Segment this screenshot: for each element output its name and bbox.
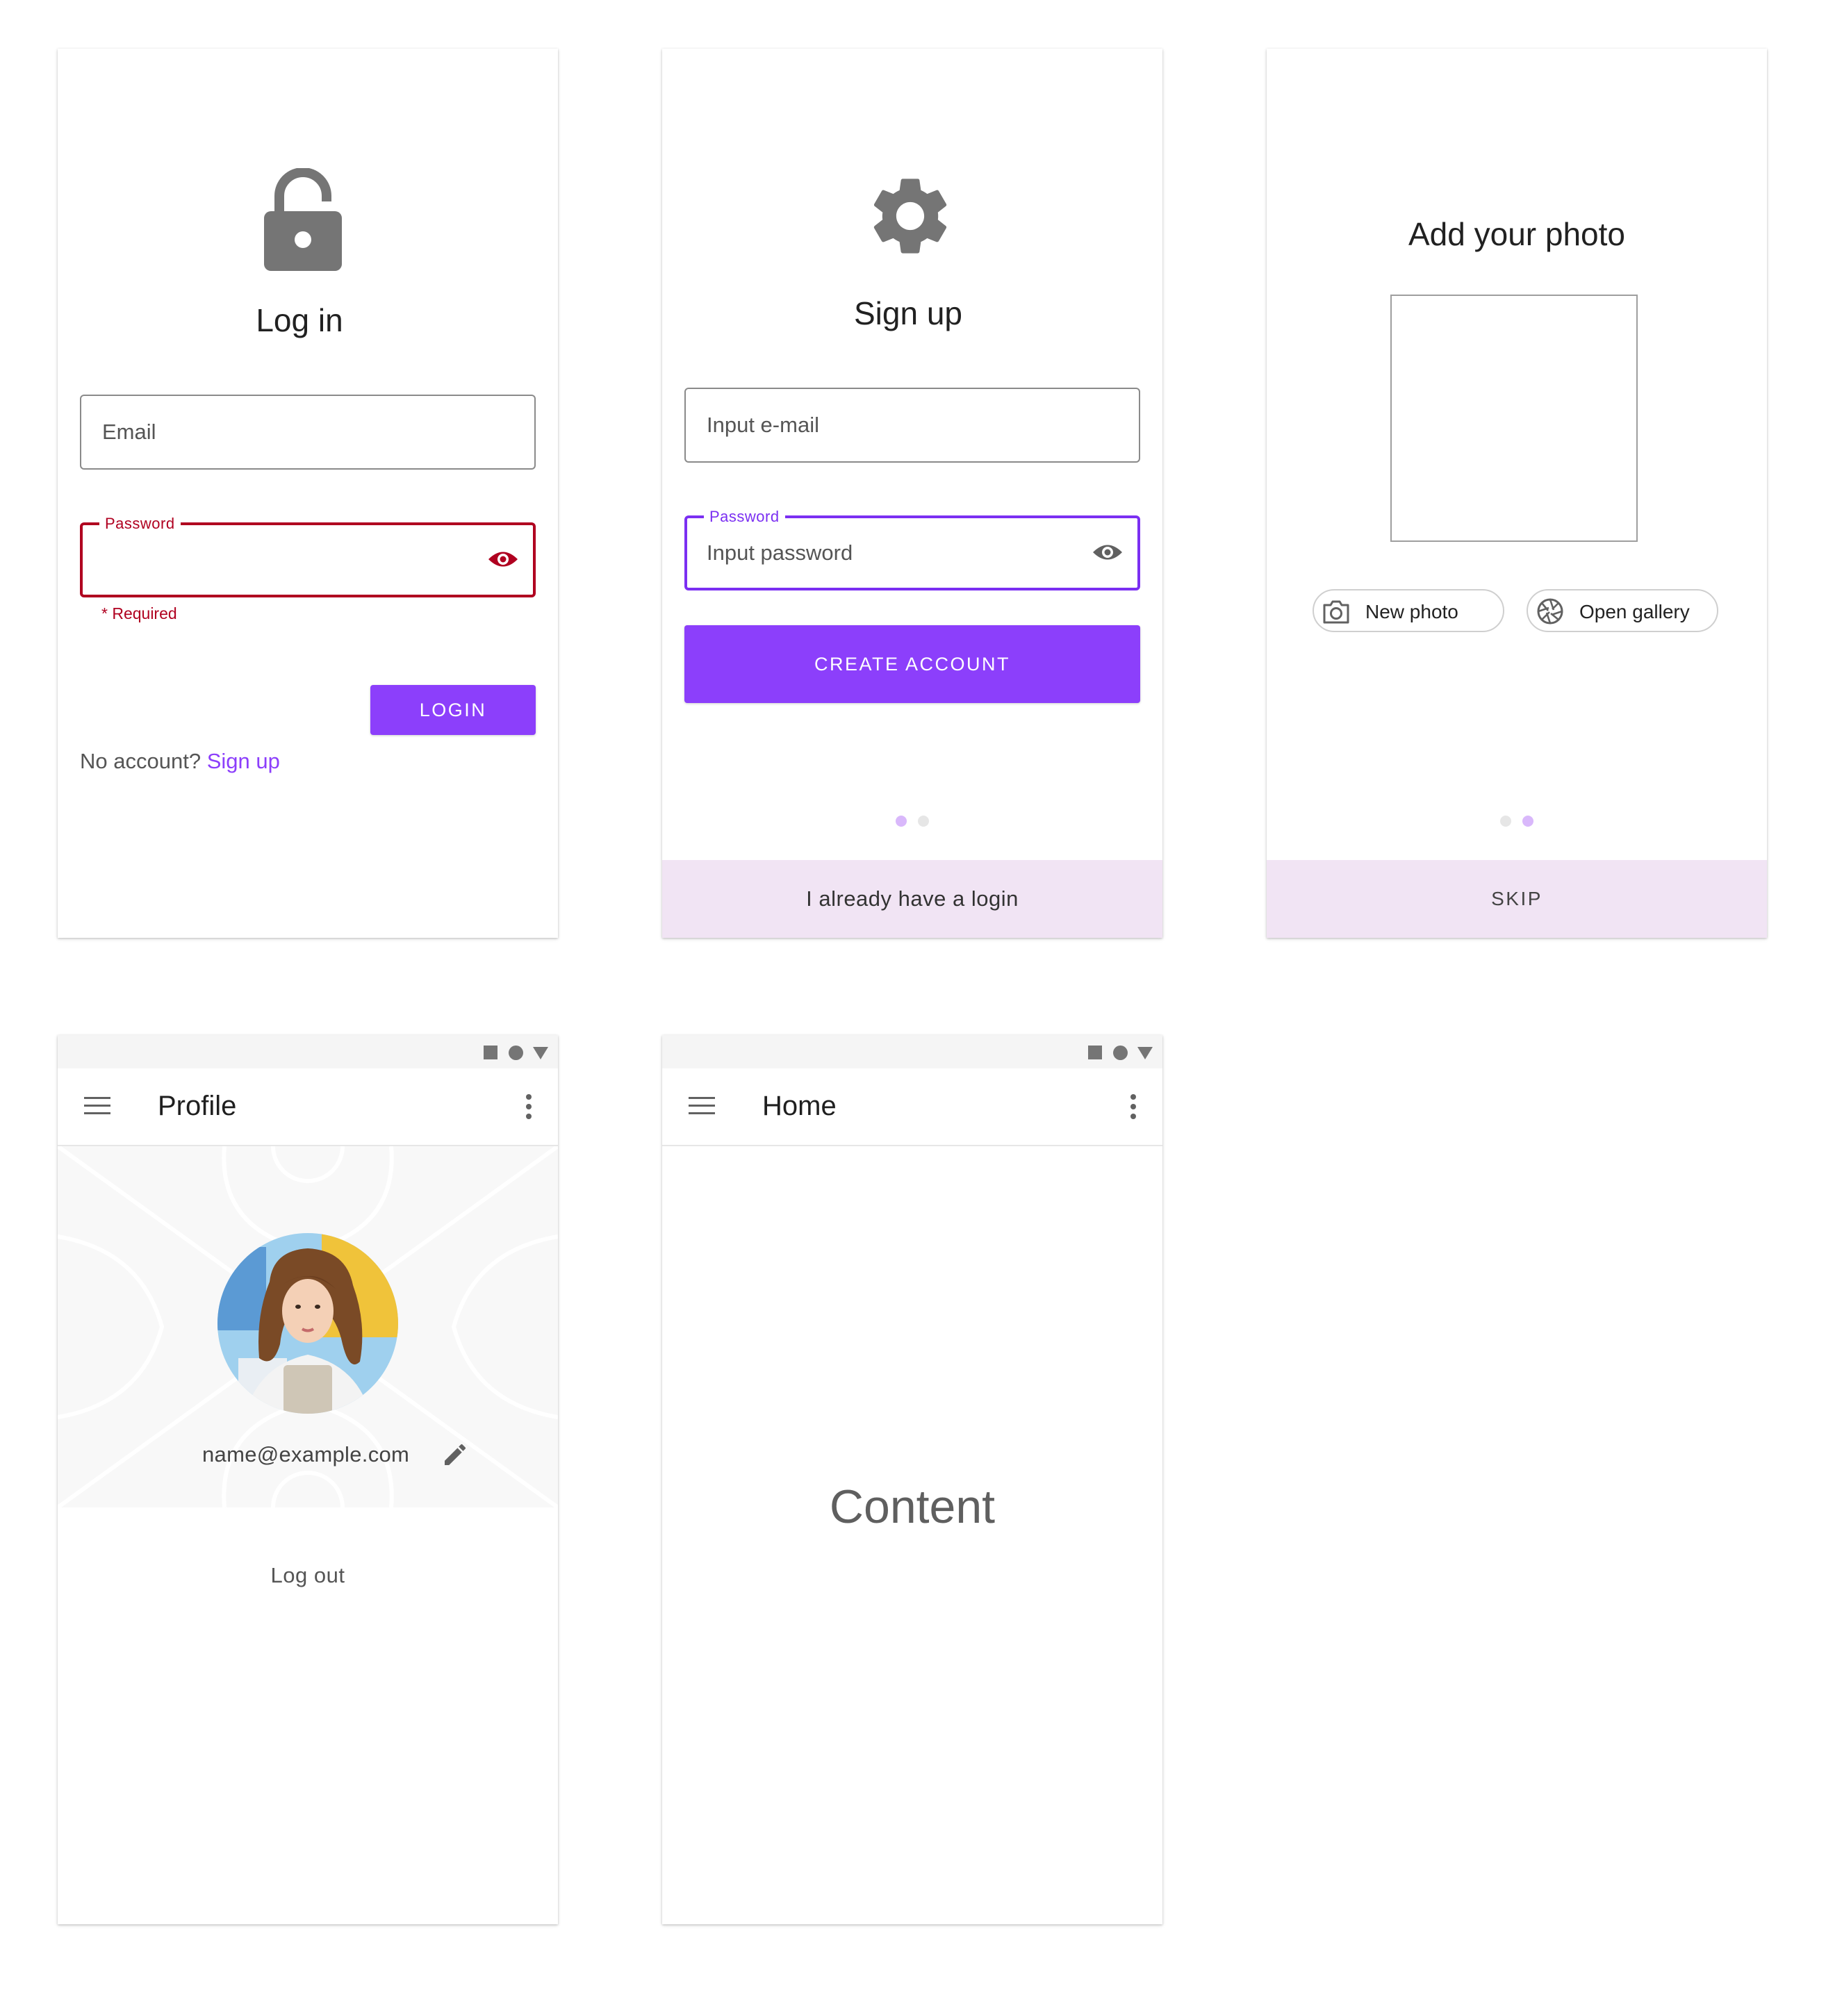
square-icon: [1088, 1046, 1102, 1059]
status-bar: [662, 1035, 1162, 1068]
photo-placeholder[interactable]: [1390, 295, 1638, 542]
page-dot: [918, 816, 929, 827]
create-account-button[interactable]: CREATE ACCOUNT: [684, 625, 1140, 703]
password-helper-text: * Required: [101, 604, 177, 622]
aperture-icon: [1537, 598, 1563, 625]
open-gallery-chip[interactable]: Open gallery: [1527, 589, 1718, 632]
no-account-text: No account?: [80, 749, 201, 773]
profile-header: name@example.com: [58, 1146, 558, 1507]
content-placeholder: Content: [829, 1480, 996, 1533]
page-title: Log in: [256, 302, 343, 338]
existing-login-label: I already have a login: [806, 886, 1019, 911]
lock-open-icon: [264, 167, 342, 274]
triangle-icon: [1137, 1047, 1153, 1059]
app-bar: Home: [662, 1068, 1162, 1146]
profile-email: name@example.com: [202, 1442, 410, 1466]
app-bar-title: Profile: [158, 1091, 237, 1121]
skip-button[interactable]: SKIP: [1267, 860, 1767, 938]
page-indicator: [1267, 816, 1767, 830]
page-dot-active: [1522, 816, 1533, 827]
signup-link[interactable]: Sign up: [207, 749, 280, 773]
login-button[interactable]: LOGIN: [370, 685, 536, 735]
signup-prompt: No account? Sign up: [80, 749, 280, 774]
app-bar-title: Home: [762, 1091, 837, 1121]
gear-icon: [864, 170, 957, 266]
menu-icon[interactable]: [84, 1096, 110, 1119]
edit-icon[interactable]: [441, 1441, 469, 1472]
page-title: Add your photo: [1408, 216, 1625, 252]
new-photo-chip[interactable]: New photo: [1313, 589, 1504, 632]
triangle-icon: [533, 1047, 548, 1059]
square-icon: [484, 1046, 497, 1059]
status-bar: [58, 1035, 558, 1068]
home-screen: Home Content: [662, 1035, 1162, 1924]
password-field[interactable]: Password: [80, 515, 536, 597]
eye-icon[interactable]: [487, 549, 519, 573]
password-placeholder: Input password: [707, 540, 853, 565]
page-indicator: [662, 816, 1162, 830]
email-field[interactable]: Email: [80, 395, 536, 470]
add-photo-screen: Add your photo New photo Open gallery SK…: [1267, 49, 1767, 938]
login-screen: Log in Email Password * Required No acco…: [58, 49, 558, 938]
app-bar: Profile: [58, 1068, 558, 1146]
circle-icon: [1113, 1046, 1128, 1060]
page-title: Sign up: [853, 295, 962, 331]
profile-screen: Profile name@example.com Log out: [58, 1035, 558, 1924]
open-gallery-label: Open gallery: [1579, 601, 1690, 622]
signup-screen: Sign up Input e-mail Password Input pass…: [662, 49, 1162, 938]
logout-button[interactable]: Log out: [58, 1563, 558, 1588]
new-photo-label: New photo: [1365, 601, 1458, 622]
menu-icon[interactable]: [689, 1096, 715, 1119]
email-input[interactable]: Input e-mail: [684, 388, 1140, 463]
skip-label: SKIP: [1491, 888, 1543, 909]
avatar[interactable]: [217, 1233, 398, 1414]
page-dot-active: [896, 816, 907, 827]
more-vert-icon[interactable]: [1130, 1094, 1136, 1123]
eye-icon[interactable]: [1092, 542, 1124, 566]
camera-icon: [1323, 600, 1349, 624]
password-label: Password: [99, 515, 181, 533]
email-label: Email: [102, 420, 156, 444]
more-vert-icon[interactable]: [526, 1094, 532, 1123]
email-placeholder: Input e-mail: [707, 413, 819, 437]
circle-icon: [509, 1046, 523, 1060]
page-dot: [1500, 816, 1511, 827]
password-input[interactable]: Password Input password: [684, 508, 1140, 590]
password-label: Password: [704, 508, 785, 526]
existing-login-button[interactable]: I already have a login: [662, 860, 1162, 938]
